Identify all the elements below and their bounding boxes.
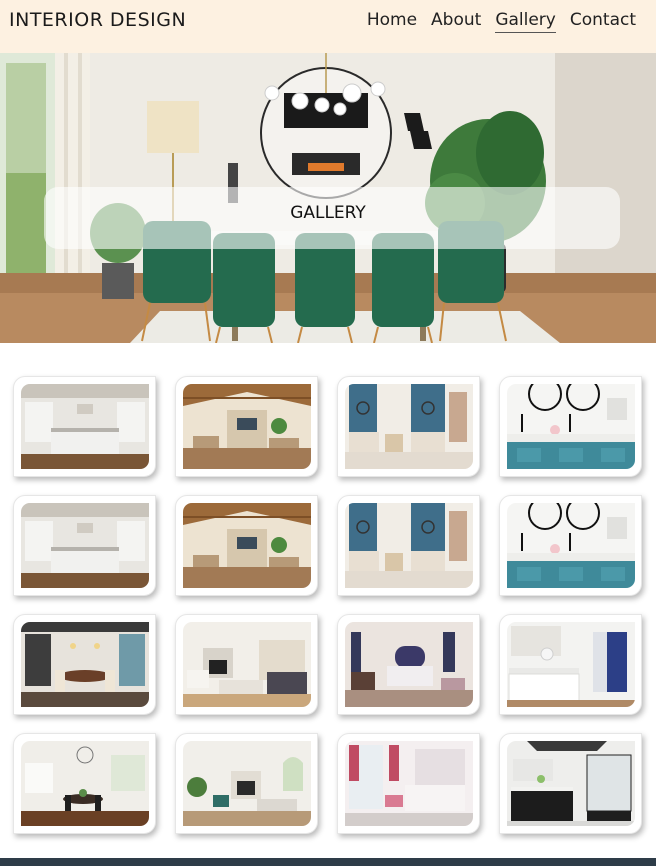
gallery-item[interactable] (337, 495, 480, 596)
living-room-fireplace-image (183, 622, 311, 707)
white-kitchen-image (21, 503, 149, 588)
gallery-item[interactable] (13, 733, 156, 834)
gallery-item[interactable] (337, 614, 480, 715)
dining-room-image (21, 622, 149, 707)
beamed-living-room-image (183, 384, 311, 469)
nav-gallery[interactable]: Gallery (495, 10, 556, 33)
fireplace-sitting-room-image (183, 741, 311, 826)
dark-vanity-bathroom-image (507, 741, 635, 826)
bathroom-vanity-image (507, 384, 635, 469)
hero-title: GALLERY (290, 203, 366, 223)
nav-contact[interactable]: Contact (570, 10, 636, 33)
main-nav: Home About Gallery Contact (367, 10, 636, 33)
blue-wall-bedroom-image (345, 503, 473, 588)
gallery-item[interactable] (13, 614, 156, 715)
white-bathroom-image (507, 622, 635, 707)
gallery-item[interactable] (499, 733, 642, 834)
gallery-item[interactable] (13, 376, 156, 477)
gallery-item[interactable] (499, 376, 642, 477)
blue-wall-bedroom-image (345, 384, 473, 469)
gallery-item[interactable] (13, 495, 156, 596)
site-header: INTERIOR DESIGN Home About Gallery Conta… (0, 0, 656, 53)
nav-about[interactable]: About (431, 10, 481, 33)
bathroom-vanity-image (507, 503, 635, 588)
gallery-item[interactable] (175, 614, 318, 715)
gallery-item[interactable] (499, 495, 642, 596)
gallery-item[interactable] (175, 376, 318, 477)
pink-bedroom-image (345, 741, 473, 826)
gallery-item[interactable] (337, 376, 480, 477)
gallery-item[interactable] (499, 614, 642, 715)
beamed-living-room-image (183, 503, 311, 588)
gallery-grid (13, 376, 645, 834)
gallery-item[interactable] (337, 733, 480, 834)
gallery-item[interactable] (175, 495, 318, 596)
hero-banner: GALLERY (0, 53, 656, 343)
open-dining-kitchen-image (21, 741, 149, 826)
footer-strip (0, 858, 656, 866)
nav-home[interactable]: Home (367, 10, 417, 33)
navy-bedroom-image (345, 622, 473, 707)
site-logo[interactable]: INTERIOR DESIGN (9, 9, 186, 31)
white-kitchen-image (21, 384, 149, 469)
gallery-item[interactable] (175, 733, 318, 834)
